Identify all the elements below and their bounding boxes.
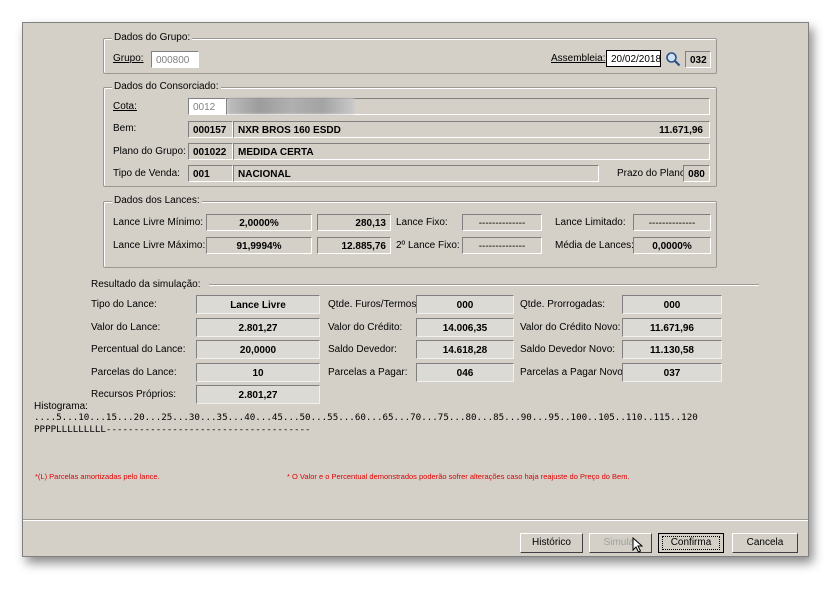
- grupo-label: Grupo:: [113, 53, 144, 64]
- media-lances-label: Média de Lances:: [555, 240, 634, 251]
- lances-section: Dados dos Lances:: [103, 195, 717, 268]
- lance-max-pct: 91,9994%: [206, 237, 312, 254]
- prazo-value: 080: [683, 165, 710, 182]
- tipo-venda-label: Tipo de Venda:: [113, 168, 180, 179]
- confirma-label: Confirma: [661, 536, 721, 550]
- prazo-label: Prazo do Plano:: [617, 168, 689, 179]
- saldo-value: 14.618,28: [416, 340, 514, 359]
- lance-fixo-value: --------------: [462, 214, 542, 231]
- credito-novo-label: Valor do Crédito Novo:: [520, 322, 621, 333]
- resultado-title: Resultado da simulação:: [91, 279, 201, 290]
- consorciado-legend: Dados do Consorciado:: [112, 81, 221, 92]
- note-right: * O Valor e o Percentual demonstrados po…: [287, 472, 630, 481]
- saldo-novo-value: 11.130,58: [622, 340, 722, 359]
- tipo-venda-code: 001: [188, 165, 233, 182]
- tipo-venda-desc: NACIONAL: [233, 165, 599, 182]
- historico-button[interactable]: Histórico: [520, 533, 583, 553]
- valor-credito-label: Valor do Crédito:: [328, 322, 403, 333]
- plano-code: 001022: [188, 143, 233, 160]
- bem-code: 000157: [188, 121, 233, 138]
- cursor-icon: [632, 537, 644, 553]
- lance-min-label: Lance Livre Mínimo:: [113, 217, 204, 228]
- valor-lance-label: Valor do Lance:: [91, 322, 161, 333]
- simular-button[interactable]: Simular: [589, 533, 652, 553]
- search-icon[interactable]: [665, 51, 681, 67]
- note-left: *(L) Parcelas amortizadas pelo lance.: [35, 472, 160, 481]
- assembleia-label: Assembleia:: [551, 53, 606, 64]
- lance-limitado-label: Lance Limitado:: [555, 217, 626, 228]
- redacted-name: [228, 98, 354, 114]
- parc-pagar-label: Parcelas a Pagar:: [328, 367, 408, 378]
- pct-lance-label: Percentual do Lance:: [91, 344, 186, 355]
- saldo-label: Saldo Devedor:: [328, 344, 397, 355]
- cancela-button[interactable]: Cancela: [732, 533, 798, 553]
- valor-credito-value: 14.006,35: [416, 318, 514, 337]
- simulation-dialog: Dados do Grupo: Grupo: 000800 Assembleia…: [22, 22, 809, 557]
- grupo-input[interactable]: 000800: [151, 51, 199, 68]
- lance-max-value: 12.885,76: [317, 237, 391, 254]
- bem-desc: NXR BROS 160 ESDD 11.671,96: [233, 121, 710, 138]
- histograma-bar: PPPPLLLLLLLLL---------------------------…: [34, 424, 311, 435]
- media-lances-value: 0,0000%: [633, 237, 711, 254]
- furos-label: Qtde. Furos/Termos:: [328, 299, 420, 310]
- parc-pagar-novo-value: 037: [622, 363, 722, 382]
- cota-label: Cota:: [113, 101, 137, 112]
- histograma-scale: ....5...10...15...20...25...30...35...40…: [34, 412, 698, 423]
- assembleia-date-input[interactable]: 20/02/2018: [606, 50, 661, 67]
- parc-pagar-value: 046: [416, 363, 514, 382]
- bem-value: 11.671,96: [659, 125, 703, 136]
- plano-desc: MEDIDA CERTA: [233, 143, 710, 160]
- histograma-label: Histograma:: [34, 401, 88, 412]
- tipo-lance-label: Tipo do Lance:: [91, 299, 157, 310]
- lance-fixo2-value: --------------: [462, 237, 542, 254]
- bem-desc-text: NXR BROS 160 ESDD: [238, 125, 341, 136]
- lance-max-label: Lance Livre Máximo:: [113, 240, 206, 251]
- prorrog-value: 000: [622, 295, 722, 314]
- lance-limitado-value: --------------: [633, 214, 711, 231]
- parc-lance-label: Parcelas do Lance:: [91, 367, 177, 378]
- prorrog-label: Qtde. Prorrogadas:: [520, 299, 606, 310]
- valor-lance-value: 2.801,27: [196, 318, 320, 337]
- tipo-lance-value: Lance Livre: [196, 295, 320, 314]
- credito-novo-value: 11.671,96: [622, 318, 722, 337]
- assembleia-code: 032: [685, 51, 711, 68]
- lances-legend: Dados dos Lances:: [112, 195, 202, 206]
- cota-input[interactable]: 0012: [188, 98, 226, 115]
- lance-min-pct: 2,0000%: [206, 214, 312, 231]
- lance-min-value: 280,13: [317, 214, 391, 231]
- confirma-button[interactable]: Confirma: [658, 533, 724, 553]
- group-data-legend: Dados do Grupo:: [112, 32, 193, 43]
- recursos-value: 2.801,27: [196, 385, 320, 404]
- lance-fixo2-label: 2º Lance Fixo:: [396, 240, 460, 251]
- parc-pagar-novo-label: Parcelas a Pagar Novo:: [520, 367, 626, 378]
- lance-fixo-label: Lance Fixo:: [396, 217, 448, 228]
- bem-label: Bem:: [113, 123, 137, 134]
- furos-value: 000: [416, 295, 514, 314]
- resultado-separator: [209, 284, 759, 286]
- saldo-novo-label: Saldo Devedor Novo:: [520, 344, 616, 355]
- pct-lance-value: 20,0000: [196, 340, 320, 359]
- parc-lance-value: 10: [196, 363, 320, 382]
- footer-separator: [23, 519, 808, 521]
- recursos-label: Recursos Próprios:: [91, 389, 177, 400]
- plano-label: Plano do Grupo:: [113, 146, 186, 157]
